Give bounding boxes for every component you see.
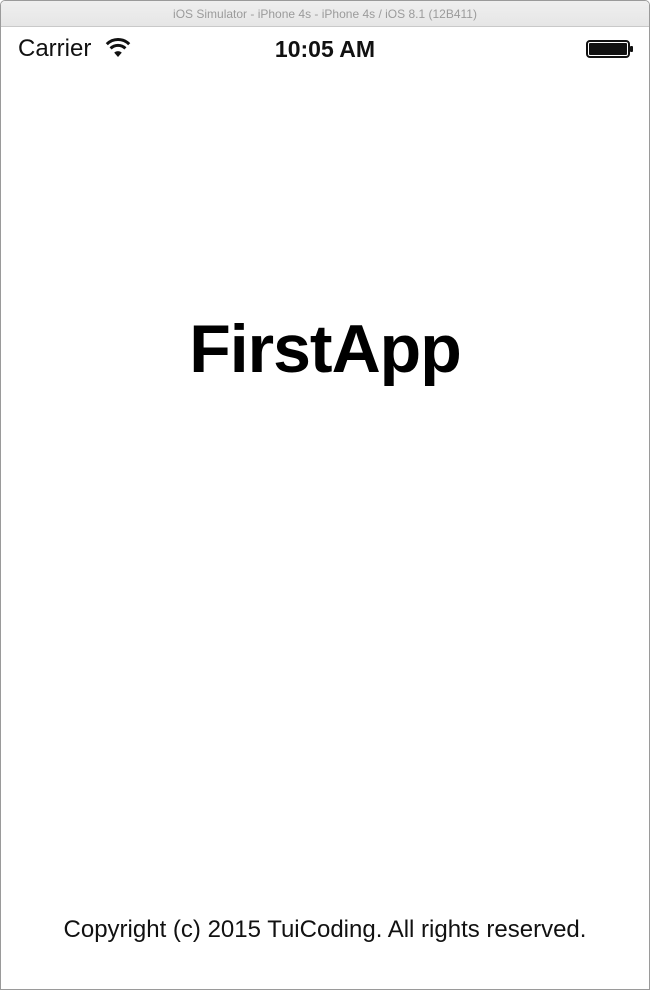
copyright-text: Copyright (c) 2015 TuiCoding. All rights… [63, 916, 587, 943]
battery-icon [586, 40, 633, 58]
window-titlebar[interactable]: iOS Simulator - iPhone 4s - iPhone 4s / … [1, 1, 649, 27]
app-title: FirstApp [189, 311, 462, 387]
status-time: 10:05 AM [274, 36, 376, 62]
simulator-window: iOS Simulator - iPhone 4s - iPhone 4s / … [0, 0, 650, 990]
window-title: iOS Simulator - iPhone 4s - iPhone 4s / … [173, 7, 477, 21]
status-bar: Carrier 10:05 AM [5, 27, 645, 67]
battery-fill [589, 43, 627, 55]
device-screen: Carrier 10:05 AM FirstApp Copyright (c) … [5, 27, 645, 987]
